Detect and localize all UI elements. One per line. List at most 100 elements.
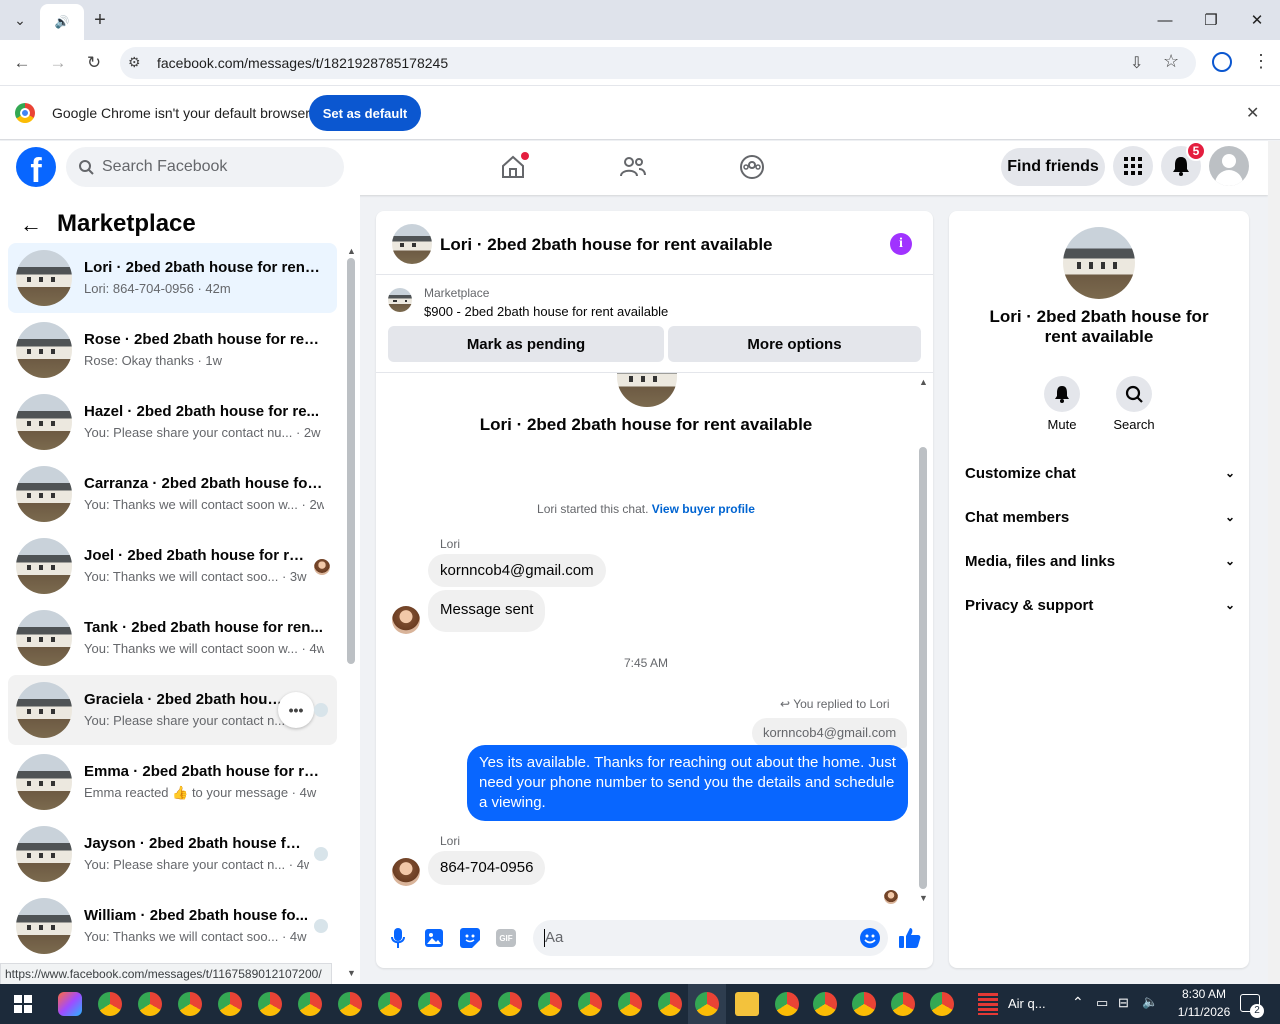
profile-icon[interactable] [1212,52,1232,72]
chrome-taskbar-icon[interactable] [813,992,837,1016]
gif-icon[interactable]: GIF [495,927,517,949]
facebook-logo-icon[interactable]: f [16,147,56,187]
message-input[interactable]: Aa [533,920,888,956]
chrome-taskbar-icon[interactable] [852,992,876,1016]
page-scrollbar[interactable] [1268,141,1280,984]
chrome-taskbar-icon[interactable] [378,992,402,1016]
chrome-taskbar-icon[interactable] [775,992,799,1016]
chrome-taskbar-icon[interactable] [891,992,915,1016]
privacy-support-item[interactable]: Privacy & support ⌄ [965,585,1235,625]
chrome-taskbar-icon[interactable] [138,992,162,1016]
conversation-item[interactable]: William · 2bed 2bath house fo... You: Th… [8,891,337,961]
chat-title[interactable]: Lori · 2bed 2bath house for rent availab… [440,235,773,255]
chrome-taskbar-icon[interactable] [538,992,562,1016]
chat-members-item[interactable]: Chat members ⌄ [965,497,1235,537]
close-window-button[interactable]: ✕ [1234,0,1280,40]
view-buyer-profile-link[interactable]: View buyer profile [652,502,755,516]
conversation-item[interactable]: Tank · 2bed 2bath house for ren... You: … [8,603,337,673]
conversation-item[interactable]: Rose · 2bed 2bath house for ren... Rose:… [8,315,337,385]
close-infobar-icon[interactable]: ✕ [1246,103,1259,123]
menu-grid-icon[interactable] [1113,146,1153,186]
groups-nav-icon[interactable] [737,152,767,182]
search-icon[interactable] [1116,376,1152,412]
account-avatar[interactable] [1209,146,1249,186]
chat-scroll-down-icon[interactable]: ▼ [919,893,928,903]
chat-scroll-up-icon[interactable]: ▲ [919,377,928,387]
chrome-taskbar-icon[interactable] [418,992,442,1016]
message-bubble[interactable]: kornncob4@gmail.com [428,554,606,587]
listing-price-title[interactable]: $900 - 2bed 2bath house for rent availab… [424,304,668,319]
chrome-taskbar-icon[interactable] [458,992,482,1016]
minimize-button[interactable]: — [1142,0,1188,40]
copilot-icon[interactable] [58,992,82,1016]
bookmark-star-icon[interactable]: ☆ [1163,51,1179,72]
microphone-icon[interactable] [387,927,409,949]
my-message-bubble[interactable]: Yes its available. Thanks for reaching o… [467,745,908,821]
conversation-item[interactable]: Graciela · 2bed 2bath house f... You: Pl… [8,675,337,745]
find-friends-button[interactable]: Find friends [1001,148,1105,186]
chat-listing-avatar[interactable] [392,224,432,264]
chrome-taskbar-icon[interactable] [98,992,122,1016]
back-arrow-icon[interactable]: ← [20,212,42,238]
tab-search-button[interactable]: ⌄ [6,6,34,34]
media-files-links-item[interactable]: Media, files and links ⌄ [965,541,1235,581]
forward-button[interactable]: → [44,50,72,76]
mark-as-pending-button[interactable]: Mark as pending [388,326,664,362]
windows-start-icon[interactable] [14,995,32,1013]
new-tab-button[interactable]: + [86,6,114,34]
info-icon[interactable]: i [890,233,912,255]
conversation-item[interactable]: Joel · 2bed 2bath house for re... You: T… [8,531,337,601]
chrome-taskbar-icon[interactable] [498,992,522,1016]
friends-nav-icon[interactable] [618,152,648,182]
customize-chat-item[interactable]: Customize chat ⌄ [965,453,1235,493]
more-options-icon[interactable]: ••• [278,692,314,728]
chevron-up-icon[interactable]: ⌃ [1072,994,1084,1011]
chat-scrollbar[interactable] [919,447,927,889]
set-default-button[interactable]: Set as default [309,95,421,131]
chrome-taskbar-icon[interactable] [578,992,602,1016]
photo-icon[interactable] [423,927,445,949]
quoted-message[interactable]: kornncob4@gmail.com [752,718,908,748]
volume-icon[interactable]: 🔈 [1142,994,1158,1010]
restore-button[interactable]: ❐ [1188,0,1234,40]
chrome-taskbar-icon[interactable] [618,992,642,1016]
chrome-taskbar-icon[interactable] [258,992,282,1016]
battery-icon[interactable]: ▭ [1096,995,1108,1011]
reload-button[interactable]: ↻ [80,50,108,76]
conversation-item[interactable]: Jayson · 2bed 2bath house for... You: Pl… [8,819,337,889]
message-bubble[interactable]: Message sent [428,590,546,632]
chrome-taskbar-icon[interactable] [218,992,242,1016]
scroll-up-arrow-icon[interactable]: ▲ [347,246,356,256]
facebook-search-input[interactable]: Search Facebook [66,147,344,187]
network-icon[interactable]: ⊟ [1118,995,1129,1011]
clock-time[interactable]: 8:30 AM [1172,987,1236,1001]
more-options-button[interactable]: More options [668,326,921,362]
chrome-taskbar-icon[interactable] [930,992,954,1016]
sticker-icon[interactable] [459,927,481,949]
conversations-scrollbar[interactable] [347,258,355,664]
site-info-icon[interactable]: ⚙ [128,54,141,71]
conversation-item[interactable]: Carranza · 2bed 2bath house for... You: … [8,459,337,529]
back-button[interactable]: ← [8,50,36,76]
chrome-taskbar-icon[interactable] [298,992,322,1016]
browser-tab[interactable]: 🔊 [40,4,84,40]
conversation-item[interactable]: Hazel · 2bed 2bath house for re... You: … [8,387,337,457]
conversation-item[interactable]: Lori · 2bed 2bath house for rent ... Lor… [8,243,337,313]
mute-bell-icon[interactable] [1044,376,1080,412]
emoji-icon[interactable] [859,927,881,949]
scroll-down-arrow-icon[interactable]: ▼ [347,968,356,978]
conversation-item[interactable]: Emma · 2bed 2bath house for re... Emma r… [8,747,337,817]
install-app-icon[interactable]: ⇩ [1130,53,1143,73]
clock-date[interactable]: 1/11/2026 [1172,1005,1236,1019]
like-thumb-icon[interactable] [899,927,921,949]
chrome-taskbar-icon[interactable] [178,992,202,1016]
message-bubble[interactable]: 864-704-0956 [428,851,546,885]
menu-kebab-icon[interactable]: ⋮ [1252,51,1270,72]
chrome-taskbar-icon[interactable] [338,992,362,1016]
chrome-taskbar-icon[interactable] [695,992,719,1016]
contact-avatar[interactable] [392,858,420,886]
weather-widget-text[interactable]: Air q... [1008,996,1046,1011]
details-avatar[interactable] [1063,227,1135,299]
url-text[interactable]: facebook.com/messages/t/1821928785178245 [157,55,448,71]
chrome-taskbar-icon[interactable] [658,992,682,1016]
